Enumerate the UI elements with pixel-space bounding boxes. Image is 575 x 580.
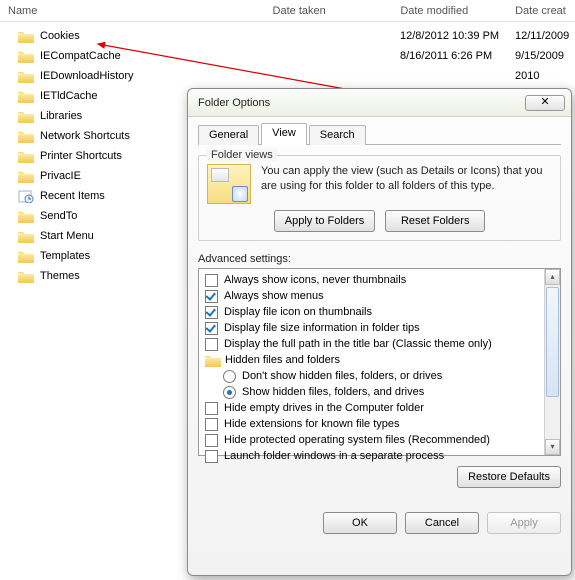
file-date-created: 12/11/2009: [515, 30, 575, 42]
advanced-setting-row[interactable]: Hide extensions for known file types: [205, 416, 556, 432]
close-icon: ✕: [540, 96, 549, 108]
folder-icon: [205, 354, 219, 366]
advanced-setting-row[interactable]: Display file size information in folder …: [205, 320, 556, 336]
file-date-modified: 8/16/2011 6:26 PM: [400, 50, 515, 62]
tab-view[interactable]: View: [261, 123, 307, 145]
advanced-setting-label: Hidden files and folders: [225, 354, 340, 366]
dialog-footer: OK Cancel Apply: [198, 502, 561, 534]
folder-icon: [18, 210, 34, 223]
folder-views-icon: [207, 164, 251, 204]
dialog-title: Folder Options: [198, 97, 525, 109]
folder-options-dialog: Folder Options ✕ General View Search Fol…: [187, 88, 572, 576]
advanced-scrollbar[interactable]: ▴ ▾: [544, 269, 560, 455]
folder-icon: [18, 170, 34, 183]
checkbox-icon[interactable]: [205, 434, 218, 447]
apply-button[interactable]: Apply: [487, 512, 561, 534]
radio-icon[interactable]: [223, 386, 236, 399]
radio-icon[interactable]: [223, 370, 236, 383]
col-name[interactable]: Name: [8, 5, 273, 17]
tab-general[interactable]: General: [198, 125, 259, 145]
advanced-settings-label: Advanced settings:: [198, 253, 561, 265]
col-date-taken[interactable]: Date taken: [273, 5, 401, 17]
advanced-setting-label: Show hidden files, folders, and drives: [242, 386, 424, 398]
reset-folders-button[interactable]: Reset Folders: [385, 210, 485, 232]
checkbox-icon[interactable]: [205, 322, 218, 335]
advanced-setting-label: Display the full path in the title bar (…: [224, 338, 492, 350]
folder-icon: [18, 250, 34, 263]
checkbox-icon[interactable]: [205, 290, 218, 303]
folder-icon: [18, 90, 34, 103]
folder-views-description: You can apply the view (such as Details …: [261, 164, 552, 204]
checkbox-icon[interactable]: [205, 450, 218, 463]
file-date-created: 9/15/2009: [515, 50, 575, 62]
advanced-setting-row: Hidden files and folders: [205, 352, 556, 368]
scroll-thumb[interactable]: [546, 287, 559, 397]
file-date-modified: 12/8/2012 10:39 PM: [400, 30, 515, 42]
close-button[interactable]: ✕: [525, 95, 565, 111]
advanced-setting-label: Always show icons, never thumbnails: [224, 274, 406, 286]
advanced-setting-row[interactable]: Don't show hidden files, folders, or dri…: [205, 368, 556, 384]
checkbox-icon[interactable]: [205, 402, 218, 415]
ok-button[interactable]: OK: [323, 512, 397, 534]
column-headers: Name Date taken Date modified Date creat: [0, 0, 575, 22]
folder-icon: [18, 270, 34, 283]
col-date-modified[interactable]: Date modified: [400, 5, 515, 17]
scroll-down-icon[interactable]: ▾: [545, 439, 560, 455]
file-row[interactable]: IEDownloadHistory 2010: [0, 66, 575, 86]
dialog-body: General View Search Folder views You can…: [188, 117, 571, 542]
advanced-setting-row[interactable]: Display the full path in the title bar (…: [205, 336, 556, 352]
advanced-setting-row[interactable]: Show hidden files, folders, and drives: [205, 384, 556, 400]
advanced-setting-label: Hide empty drives in the Computer folder: [224, 402, 424, 414]
advanced-settings-list: Always show icons, never thumbnails Alway…: [198, 268, 561, 456]
advanced-setting-row[interactable]: Launch folder windows in a separate proc…: [205, 448, 556, 464]
cancel-button[interactable]: Cancel: [405, 512, 479, 534]
folder-icon: [18, 230, 34, 243]
folder-icon: [18, 110, 34, 123]
checkbox-icon[interactable]: [205, 274, 218, 287]
advanced-setting-label: Display file icon on thumbnails: [224, 306, 372, 318]
dialog-titlebar: Folder Options ✕: [188, 89, 571, 117]
folder-icon: [18, 150, 34, 163]
advanced-setting-label: Launch folder windows in a separate proc…: [224, 450, 444, 462]
col-date-created[interactable]: Date creat: [515, 5, 575, 17]
checkbox-icon[interactable]: [205, 338, 218, 351]
scroll-up-icon[interactable]: ▴: [545, 269, 560, 285]
tab-search[interactable]: Search: [309, 125, 366, 145]
restore-defaults-button[interactable]: Restore Defaults: [457, 466, 561, 488]
advanced-setting-label: Display file size information in folder …: [224, 322, 420, 334]
advanced-setting-label: Don't show hidden files, folders, or dri…: [242, 370, 442, 382]
file-name: Cookies: [40, 30, 270, 42]
advanced-setting-label: Hide protected operating system files (R…: [224, 434, 490, 446]
advanced-setting-label: Always show menus: [224, 290, 324, 302]
advanced-setting-row[interactable]: Hide protected operating system files (R…: [205, 432, 556, 448]
advanced-setting-row[interactable]: Display file icon on thumbnails: [205, 304, 556, 320]
folder-icon: [18, 130, 34, 143]
advanced-setting-row[interactable]: Always show icons, never thumbnails: [205, 272, 556, 288]
tab-strip: General View Search: [198, 123, 561, 145]
folder-icon: [18, 30, 34, 43]
folder-icon: [18, 70, 34, 83]
recent-items-icon: [18, 190, 34, 203]
advanced-setting-row[interactable]: Always show menus: [205, 288, 556, 304]
checkbox-icon[interactable]: [205, 418, 218, 431]
file-name: IEDownloadHistory: [40, 70, 270, 82]
advanced-setting-row[interactable]: Hide empty drives in the Computer folder: [205, 400, 556, 416]
advanced-setting-label: Hide extensions for known file types: [224, 418, 399, 430]
file-row[interactable]: Cookies 12/8/2012 10:39 PM12/11/2009: [0, 26, 575, 46]
file-row[interactable]: IECompatCache 8/16/2011 6:26 PM9/15/2009: [0, 46, 575, 66]
apply-to-folders-button[interactable]: Apply to Folders: [274, 210, 375, 232]
folder-views-legend: Folder views: [207, 149, 277, 161]
folder-views-group: Folder views You can apply the view (suc…: [198, 155, 561, 241]
folder-icon: [18, 50, 34, 63]
file-date-created: 2010: [515, 70, 575, 82]
checkbox-icon[interactable]: [205, 306, 218, 319]
file-name: IECompatCache: [40, 50, 270, 62]
